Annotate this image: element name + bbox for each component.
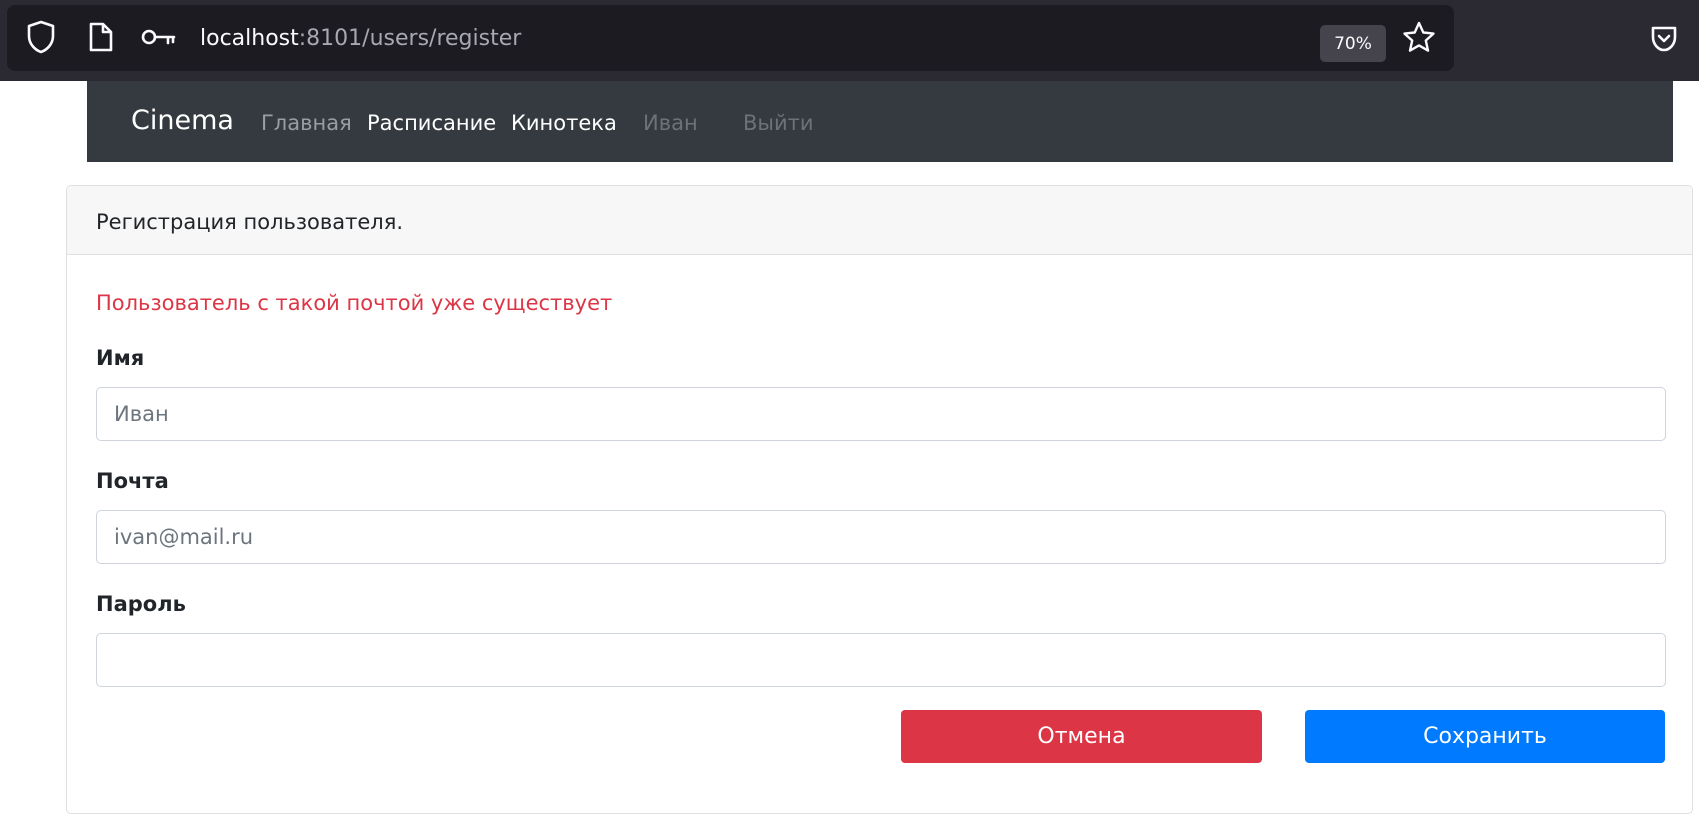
nav-link-logout[interactable]: Выйти	[743, 111, 814, 135]
card-title: Регистрация пользователя.	[96, 210, 404, 234]
cancel-button[interactable]: Отмена	[901, 710, 1262, 763]
error-message: Пользователь с такой почтой уже существу…	[96, 291, 613, 315]
star-icon[interactable]	[1399, 18, 1439, 58]
pocket-icon[interactable]	[1645, 20, 1683, 58]
navbar-brand[interactable]: Cinema	[131, 105, 234, 136]
key-icon[interactable]	[138, 18, 180, 56]
name-label: Имя	[96, 346, 145, 370]
registration-card: Регистрация пользователя. Пользователь с…	[66, 185, 1693, 814]
url-text[interactable]: localhost:8101/users/register	[200, 26, 521, 51]
page-icon[interactable]	[82, 18, 120, 56]
name-input[interactable]: Иван	[96, 387, 1666, 441]
email-input[interactable]: ivan@mail.ru	[96, 510, 1666, 564]
navbar: Cinema Главная Расписание Кинотека Иван …	[87, 81, 1673, 162]
password-input[interactable]	[96, 633, 1666, 687]
password-label: Пароль	[96, 592, 186, 616]
nav-link-schedule[interactable]: Расписание	[367, 111, 496, 135]
url-bar[interactable]: localhost:8101/users/register 70%	[7, 5, 1454, 71]
card-header: Регистрация пользователя.	[67, 186, 1692, 255]
save-button[interactable]: Сохранить	[1305, 710, 1665, 763]
nav-link-films[interactable]: Кинотека	[511, 111, 617, 135]
shield-icon[interactable]	[22, 18, 60, 56]
nav-link-home[interactable]: Главная	[261, 111, 352, 135]
nav-user-name: Иван	[643, 111, 698, 135]
browser-toolbar: localhost:8101/users/register 70%	[0, 0, 1699, 81]
zoom-indicator[interactable]: 70%	[1320, 25, 1386, 62]
email-label: Почта	[96, 469, 169, 493]
